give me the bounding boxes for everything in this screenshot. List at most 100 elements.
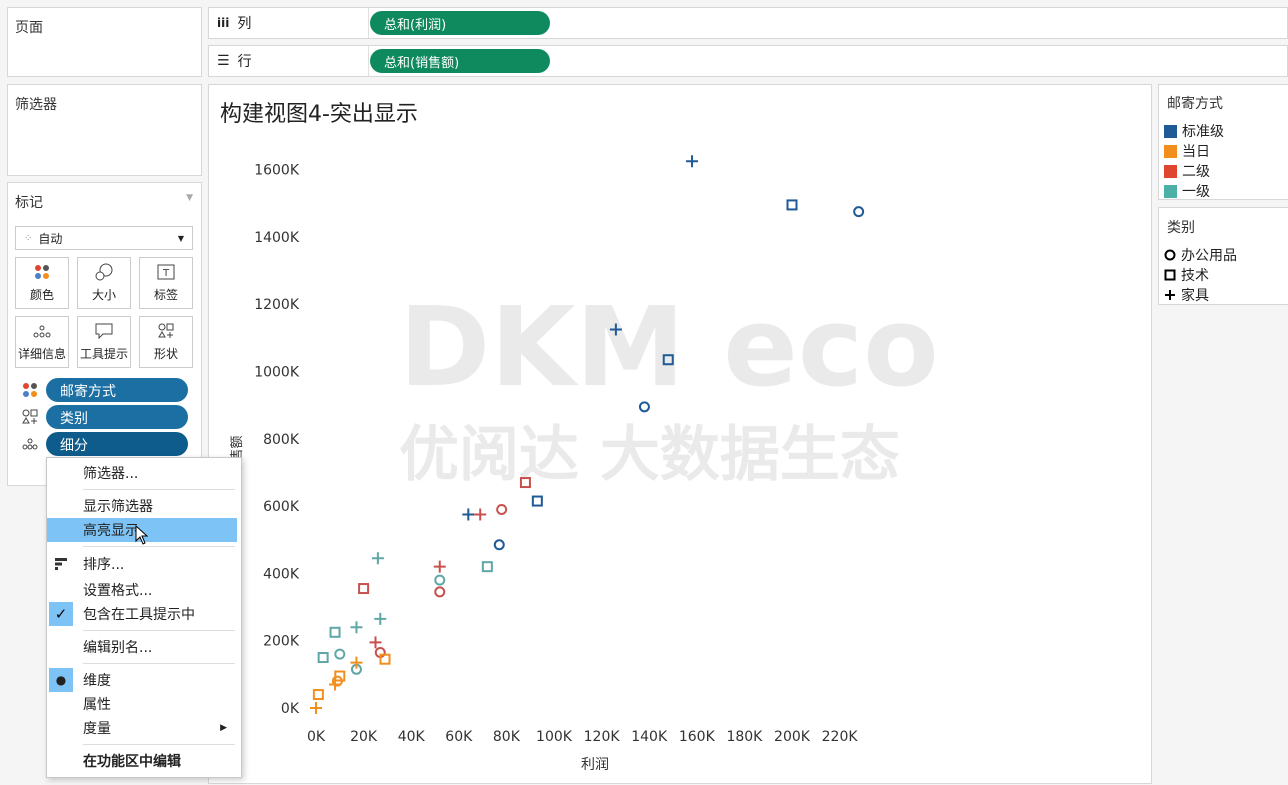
menu-item-label: 度量 [83,721,111,737]
legend-ship-title: 邮寄方式 [1167,96,1223,112]
legend-item[interactable]: 二级 [1164,161,1210,181]
color-button[interactable]: 颜色 [15,257,69,309]
tooltip-button-label: 工具提示 [79,347,128,361]
swatch-icon [1164,124,1177,138]
menu-item-highlight[interactable]: 高亮显示 [47,518,237,545]
data-point[interactable] [462,508,475,521]
data-point[interactable] [317,652,329,664]
color-icon [23,383,37,397]
color-icon [35,265,49,279]
menu-item-label: 编辑别名... [83,640,153,656]
data-point[interactable] [474,508,487,521]
size-button[interactable]: 大小 [77,257,131,309]
data-point[interactable] [374,612,387,625]
menu-item-label: 设置格式... [83,583,153,599]
legend-label: 办公用品 [1181,248,1237,264]
menu-item-include-tooltip[interactable]: ✓ 包含在工具提示中 [47,602,237,626]
pages-title: 页面 [15,20,43,36]
cursor-icon [135,525,149,545]
data-point[interactable] [434,574,446,586]
mark-pill-ship[interactable]: 邮寄方式 [46,378,188,402]
data-point[interactable] [312,689,324,701]
y-tick-label: 200K [263,634,300,650]
filters-title: 筛选器 [15,97,57,113]
menu-item-show-filter[interactable]: 显示筛选器 [47,494,237,518]
detail-button[interactable]: 详细信息 [15,316,69,368]
tooltip-icon [95,323,113,339]
tooltip-button[interactable]: 工具提示 [77,316,131,368]
menu-item-label: 高亮显示 [83,523,139,539]
legend-label: 家具 [1181,288,1209,304]
mark-type-dropdown[interactable]: ⁘ 自动 ▼ [15,226,193,250]
marks-dropdown-arrow-icon[interactable]: ▼ [186,193,193,203]
menu-item-format[interactable]: 设置格式... [47,578,237,602]
menu-item-measure[interactable]: 度量 ▶ [47,716,237,740]
legend-item[interactable]: 当日 [1164,141,1210,161]
data-point[interactable] [496,503,508,515]
x-tick-label: 40K [398,729,426,745]
columns-pill[interactable]: 总和(利润) [370,11,550,35]
data-point[interactable] [371,552,384,565]
menu-item-edit-in-shelf[interactable]: 在功能区中编辑 [47,749,237,773]
y-tick-label: 1400K [254,230,300,246]
x-tick-label: 220K [822,729,859,745]
data-point[interactable] [853,206,865,218]
swatch-icon [1164,144,1177,158]
columns-label: 列 [237,16,252,32]
swatch-icon [1164,164,1177,178]
x-tick-label: 100K [536,729,573,745]
circle-icon [1164,249,1176,261]
legend-item[interactable]: 办公用品 [1164,245,1237,265]
legend-item[interactable]: 家具 [1164,285,1209,305]
submenu-arrow-icon: ▶ [220,723,227,733]
menu-item-attribute[interactable]: 属性 [47,692,237,716]
legend-label: 技术 [1181,268,1209,284]
shape-button[interactable]: 形状 [139,316,193,368]
data-point[interactable] [350,621,363,634]
data-point[interactable] [531,495,543,507]
menu-item-dimension[interactable]: ● 维度 [47,668,237,692]
rows-pill[interactable]: 总和(销售额) [370,49,550,73]
data-point[interactable] [310,702,322,714]
menu-item-label: 筛选器... [83,466,139,482]
x-tick-label: 60K [445,729,473,745]
legend-category: 类别 办公用品 技术 家具 [1158,207,1288,305]
mark-field-segment[interactable]: 细分 [22,432,188,456]
mark-pill-category[interactable]: 类别 [46,405,188,429]
data-point[interactable] [686,155,699,168]
menu-item-label: 显示筛选器 [83,499,153,515]
mark-pill-segment[interactable]: 细分 [46,432,188,456]
data-point[interactable] [786,199,798,211]
detail-icon [22,438,38,450]
filters-panel[interactable]: 筛选器 [7,84,202,176]
legend-label: 二级 [1182,164,1210,180]
mark-field-ship[interactable]: 邮寄方式 [22,378,188,402]
square-icon [1164,269,1176,281]
data-point[interactable] [481,561,493,573]
legend-item[interactable]: 一级 [1164,181,1210,201]
radio-dot-icon: ● [49,668,73,692]
menu-item-filter[interactable]: 筛选器... [47,461,237,485]
data-point[interactable] [334,648,346,660]
data-point[interactable] [329,626,341,638]
menu-item-sort[interactable]: 排序... [47,552,237,576]
columns-icon: iii [217,16,230,30]
y-tick-label: 1000K [254,365,300,381]
data-point[interactable] [493,539,505,551]
data-point[interactable] [369,636,382,649]
watermark: DKM eco 优阅达 大数据生态 [399,283,939,490]
legend-item[interactable]: 标准级 [1164,121,1224,141]
legend-label: 一级 [1182,184,1210,200]
data-point[interactable] [358,583,370,595]
legend-item[interactable]: 技术 [1164,265,1209,285]
data-point[interactable] [433,560,446,573]
menu-item-label: 维度 [83,673,111,689]
label-button[interactable]: T 标签 [139,257,193,309]
menu-item-edit-alias[interactable]: 编辑别名... [47,635,237,659]
data-point[interactable] [434,586,446,598]
context-menu: 筛选器... 显示筛选器 高亮显示 排序... 设置格式... ✓ 包含在工具提… [46,457,242,778]
y-tick-label: 800K [263,432,300,448]
mark-field-category[interactable]: 类别 [22,405,188,429]
detail-icon [33,325,51,338]
x-tick-label: 140K [631,729,668,745]
